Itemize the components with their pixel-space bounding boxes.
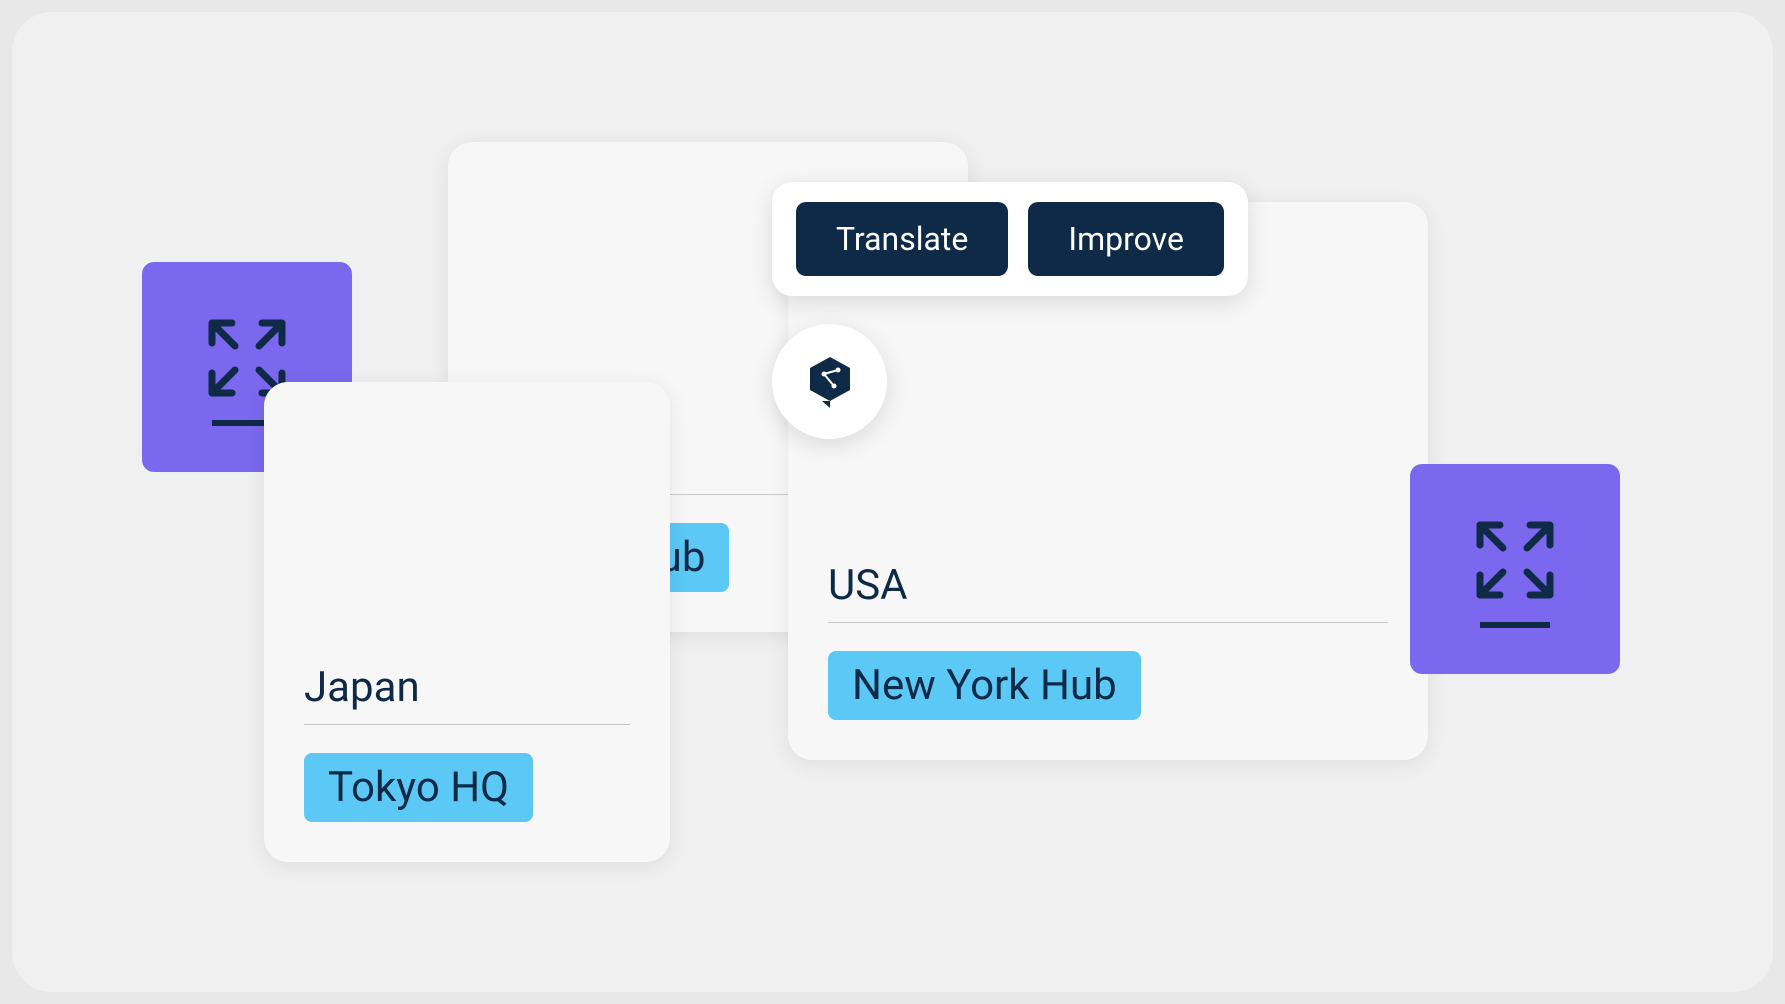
chat-badge[interactable] xyxy=(772,324,887,439)
expand-underline xyxy=(1480,622,1550,628)
card-japan: Japan Tokyo HQ xyxy=(264,382,670,862)
canvas: Germany Berlin Hub Japan Tokyo HQ USA Ne… xyxy=(12,12,1773,992)
expand-arrows-icon xyxy=(1465,510,1565,610)
improve-button[interactable]: Improve xyxy=(1028,202,1224,276)
translate-button[interactable]: Translate xyxy=(796,202,1008,276)
action-toolbar: Translate Improve xyxy=(772,182,1248,296)
expand-icon-right xyxy=(1410,464,1620,674)
hub-tag-japan[interactable]: Tokyo HQ xyxy=(304,753,533,822)
hub-tag-usa[interactable]: New York Hub xyxy=(828,651,1141,720)
chat-hexagon-icon xyxy=(800,352,860,412)
country-label-japan: Japan xyxy=(304,663,630,725)
country-label-usa: USA xyxy=(828,561,1388,623)
